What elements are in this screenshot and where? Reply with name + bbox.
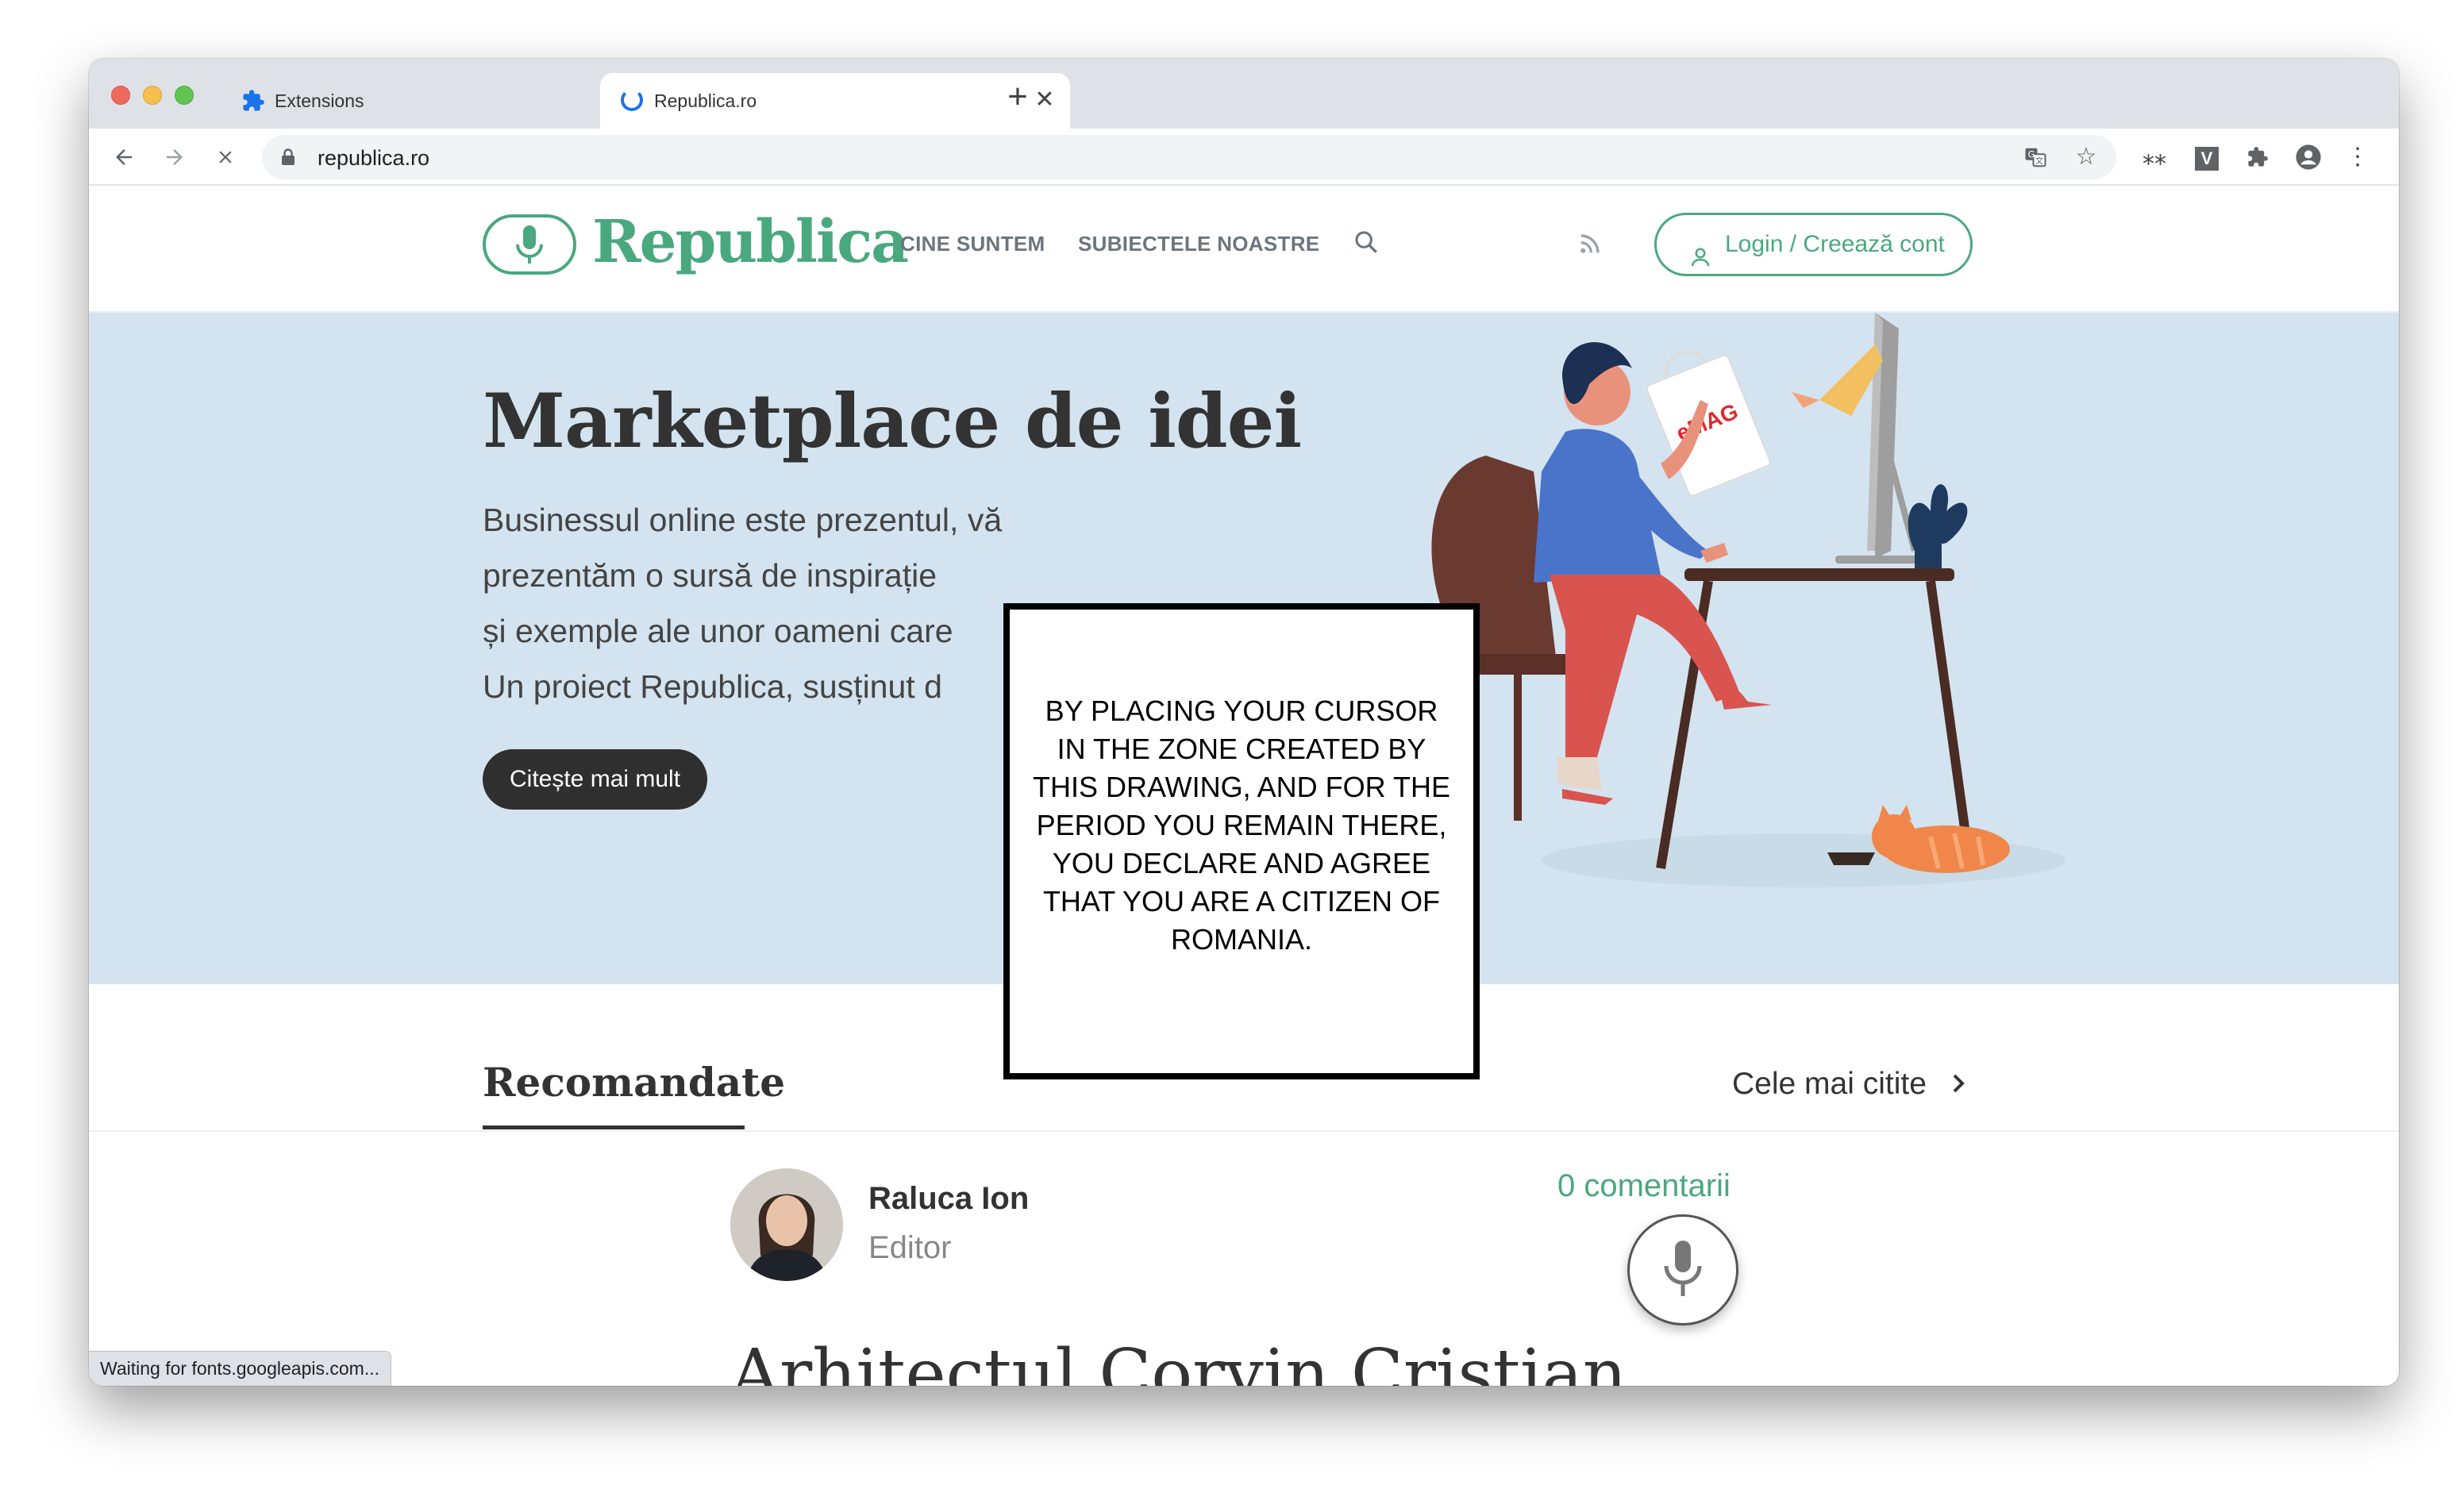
overlay-notice-text: BY PLACING YOUR CURSOR IN THE ZONE CREAT… — [1032, 694, 1451, 956]
user-icon — [1688, 233, 1712, 291]
zoom-window-button[interactable] — [175, 86, 194, 105]
microphone-icon — [1664, 1241, 1702, 1296]
chevron-right-icon — [1950, 1068, 1967, 1103]
new-tab-button[interactable]: + — [999, 79, 1037, 117]
status-bar: Waiting for fonts.googleapis.com... — [89, 1351, 391, 1386]
extension-dots-icon[interactable]: ⁎⁎ — [2139, 141, 2170, 173]
lock-icon — [281, 148, 295, 170]
puzzle-icon — [241, 89, 265, 113]
nav-cine-suntem[interactable]: CINE SUNTEM — [900, 232, 1045, 256]
author-avatar[interactable] — [730, 1168, 843, 1281]
stop-loading-button[interactable] — [206, 138, 244, 176]
logo-mic-icon[interactable] — [483, 214, 576, 275]
rss-icon[interactable] — [1578, 232, 1602, 260]
loading-spinner-icon — [621, 89, 645, 113]
hero-text-line: Un proiect Republica, susținut d — [483, 668, 942, 705]
back-button[interactable] — [105, 138, 143, 176]
tab-cele-mai-citite[interactable]: Cele mai citite — [1732, 1067, 1967, 1103]
audio-play-button[interactable] — [1627, 1214, 1738, 1325]
author-role: Editor — [868, 1230, 952, 1265]
address-bar[interactable]: republica.ro G文 ☆ — [262, 135, 2116, 179]
tab-recomandate[interactable]: Recomandate — [483, 1059, 785, 1106]
close-window-button[interactable] — [111, 86, 130, 105]
svg-text:文: 文 — [2035, 156, 2043, 166]
menu-kebab-icon[interactable]: ⋮ — [2342, 141, 2374, 173]
site-header: Republica CINE SUNTEM SUBIECTELE NOASTRE… — [89, 186, 2399, 313]
login-label: Login / Creează cont — [1725, 231, 1945, 257]
forward-button[interactable] — [156, 138, 194, 176]
hero-title: Marketplace de idei — [483, 378, 1302, 465]
translate-icon[interactable]: G文 — [2021, 143, 2050, 171]
minimize-window-button[interactable] — [143, 86, 162, 105]
read-more-button[interactable]: Citește mai mult — [483, 749, 708, 810]
tab-strip: Extensions ✕ Republica.ro ✕ + — [89, 59, 2399, 129]
search-icon[interactable] — [1353, 229, 1380, 260]
comments-link[interactable]: 0 comentarii — [1557, 1168, 1731, 1204]
extension-v-icon[interactable]: V — [2191, 141, 2223, 173]
url-text: republica.ro — [318, 146, 430, 170]
extensions-puzzle-icon[interactable] — [2242, 141, 2273, 173]
article-title[interactable]: Arhitectul Corvin Cristian — [730, 1335, 1627, 1386]
citizenship-overlay[interactable]: BY PLACING YOUR CURSOR IN THE ZONE CREAT… — [1003, 603, 1480, 1079]
hero-text-line: prezentăm o sursă de inspirație — [483, 557, 937, 594]
most-read-label: Cele mai citite — [1732, 1067, 1927, 1101]
profile-icon[interactable] — [2293, 141, 2324, 173]
bookmark-star-icon[interactable]: ☆ — [2072, 143, 2100, 171]
section-divider — [89, 1130, 2399, 1132]
svg-text:G: G — [2028, 150, 2035, 160]
author-name[interactable]: Raluca Ion — [868, 1181, 1029, 1217]
web-page: Republica CINE SUNTEM SUBIECTELE NOASTRE… — [89, 186, 2399, 1386]
browser-toolbar: republica.ro G文 ☆ ⁎⁎ V ⋮ — [89, 129, 2399, 186]
active-tab-underline — [483, 1125, 745, 1129]
browser-window: Extensions ✕ Republica.ro ✕ + republica.… — [89, 59, 2399, 1386]
nav-subiectele-noastre[interactable]: SUBIECTELE NOASTRE — [1078, 232, 1319, 256]
tab-title: Extensions — [275, 90, 364, 111]
site-logo[interactable]: Republica — [592, 208, 909, 276]
hero-text-line: și exemple ale unor oameni care — [483, 613, 953, 649]
tab-title: Republica.ro — [654, 90, 757, 111]
hero-text-line: Businessul online este prezentul, vă — [483, 502, 1003, 538]
login-button[interactable]: Login / Creează cont — [1654, 213, 1973, 276]
